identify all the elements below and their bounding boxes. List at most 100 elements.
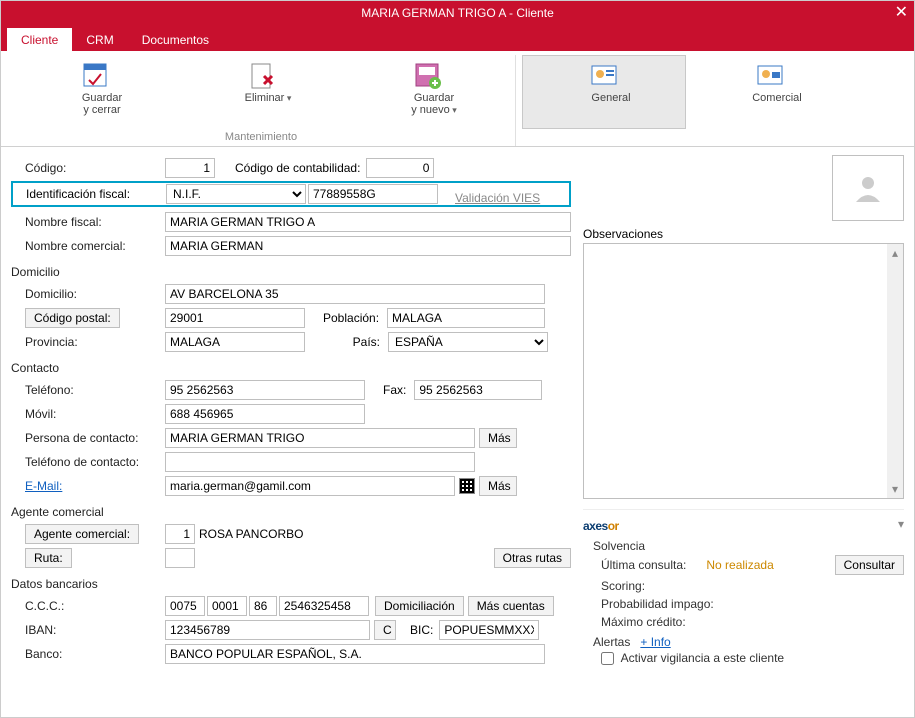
agente-num-input[interactable]	[165, 524, 195, 544]
email-label[interactable]: E-Mail:	[11, 479, 165, 493]
ccc-label: C.C.C.:	[11, 599, 165, 613]
agente-section: Agente comercial	[11, 505, 165, 519]
codigo-postal-input[interactable]	[165, 308, 305, 328]
iban-c-button[interactable]: C	[374, 620, 396, 640]
fax-label: Fax:	[383, 383, 406, 397]
scroll-up-icon[interactable]: ▴	[892, 246, 898, 260]
tab-cliente[interactable]: Cliente	[7, 28, 72, 51]
solvencia-header: Solvencia	[583, 539, 904, 553]
ccc1-input[interactable]	[165, 596, 205, 616]
card-commercial-icon	[755, 58, 785, 92]
nombre-fiscal-label: Nombre fiscal:	[11, 215, 165, 229]
alertas-header: Alertas	[593, 635, 630, 649]
movil-input[interactable]	[165, 404, 365, 424]
bic-label: BIC:	[410, 623, 433, 637]
persona-contacto-label: Persona de contacto:	[11, 431, 165, 445]
save-new-icon	[412, 58, 442, 92]
ruta-input[interactable]	[165, 548, 195, 568]
codigo-label: Código:	[11, 161, 165, 175]
title-bar: MARIA GERMAN TRIGO A - Cliente ✕	[1, 1, 914, 25]
guardar-cerrar-button[interactable]: Guardar y cerrar	[13, 55, 177, 129]
pais-select[interactable]: ESPAÑA	[388, 332, 548, 352]
bic-input[interactable]	[439, 620, 539, 640]
telefono-input[interactable]	[165, 380, 365, 400]
codigo-input[interactable]	[165, 158, 215, 178]
ribbon-group-mantenimiento: Guardar y cerrar Eliminar Guardar y nuev…	[7, 55, 516, 146]
nombre-fiscal-input[interactable]	[165, 212, 571, 232]
activar-vigilancia-input[interactable]	[601, 652, 614, 665]
ccc3-input[interactable]	[249, 596, 277, 616]
guardar-nuevo-button[interactable]: Guardar y nuevo	[345, 55, 509, 129]
telefono-contacto-input[interactable]	[165, 452, 475, 472]
mas-cuentas-button[interactable]: Más cuentas	[468, 596, 554, 616]
nif-value-input[interactable]	[308, 184, 438, 204]
codigo-contabilidad-label: Código de contabilidad:	[235, 161, 360, 175]
axesor-logo: axesor	[583, 514, 619, 535]
persona-contacto-input[interactable]	[165, 428, 475, 448]
save-close-icon	[80, 58, 110, 92]
scrollbar[interactable]: ▴▾	[887, 244, 903, 498]
mas-contacto-button[interactable]: Más	[479, 428, 517, 448]
identificacion-fiscal-label: Identificación fiscal:	[14, 187, 166, 201]
iban-label: IBAN:	[11, 623, 165, 637]
axesor-panel: axesor ▾ Solvencia Última consulta: No r…	[583, 509, 904, 667]
otros-datos-button[interactable]: Otros datos	[854, 55, 915, 129]
agente-nombre: ROSA PANCORBO	[199, 527, 303, 541]
telefono-contacto-label: Teléfono de contacto:	[11, 455, 165, 469]
activar-vigilancia-checkbox[interactable]: Activar vigilancia a este cliente	[601, 651, 784, 665]
delete-icon	[246, 58, 276, 92]
maximo-credito-label: Máximo crédito:	[583, 613, 904, 631]
group-label-mantenimiento: Mantenimiento	[225, 129, 297, 146]
telefono-label: Teléfono:	[11, 383, 165, 397]
tab-strip: Cliente CRM Documentos	[1, 25, 914, 51]
comercial-button[interactable]: Comercial	[688, 55, 852, 129]
observaciones-label: Observaciones	[583, 227, 904, 241]
nombre-comercial-input[interactable]	[165, 236, 571, 256]
nif-type-select[interactable]: N.I.F.	[166, 184, 306, 204]
domicilio-input[interactable]	[165, 284, 545, 304]
general-button[interactable]: General	[522, 55, 686, 129]
fax-input[interactable]	[414, 380, 542, 400]
info-link[interactable]: + Info	[640, 635, 670, 649]
banco-input[interactable]	[165, 644, 545, 664]
codigo-contabilidad-input[interactable]	[366, 158, 434, 178]
scroll-down-icon[interactable]: ▾	[892, 482, 898, 496]
domicilio-section: Domicilio	[11, 265, 165, 279]
poblacion-label: Población:	[323, 311, 379, 325]
email-input[interactable]	[165, 476, 455, 496]
otras-rutas-button[interactable]: Otras rutas	[494, 548, 571, 568]
agente-comercial-button[interactable]: Agente comercial:	[25, 524, 139, 544]
contacto-section: Contacto	[11, 361, 165, 375]
ccc4-input[interactable]	[279, 596, 369, 616]
banco-label: Banco:	[11, 647, 165, 661]
qr-icon[interactable]	[459, 478, 475, 494]
mas-email-button[interactable]: Más	[479, 476, 517, 496]
ccc2-input[interactable]	[207, 596, 247, 616]
ribbon-group-mostrar: General Comercial Otros datos Conceptos …	[516, 55, 915, 146]
iban-input[interactable]	[165, 620, 370, 640]
person-icon	[852, 172, 884, 204]
card-person-icon	[589, 58, 619, 92]
validacion-vies-link[interactable]: Validación VIES	[455, 191, 540, 205]
ultima-consulta-label: Última consulta:	[601, 558, 686, 572]
tab-documentos[interactable]: Documentos	[128, 28, 223, 51]
eliminar-button[interactable]: Eliminar	[179, 55, 343, 129]
ultima-consulta-value: No realizada	[706, 558, 773, 572]
domicilio-label: Domicilio:	[11, 287, 165, 301]
ruta-button[interactable]: Ruta:	[25, 548, 72, 568]
chevron-down-icon[interactable]: ▾	[898, 517, 904, 531]
window-title: MARIA GERMAN TRIGO A - Cliente	[361, 6, 554, 20]
photo-placeholder[interactable]	[832, 155, 904, 221]
consultar-button[interactable]: Consultar	[835, 555, 904, 575]
domiciliacion-button[interactable]: Domiciliación	[375, 596, 464, 616]
codigo-postal-button[interactable]: Código postal:	[25, 308, 120, 328]
nombre-comercial-label: Nombre comercial:	[11, 239, 165, 253]
movil-label: Móvil:	[11, 407, 165, 421]
provincia-input[interactable]	[165, 332, 305, 352]
scoring-label: Scoring:	[583, 577, 904, 595]
tab-crm[interactable]: CRM	[72, 28, 127, 51]
pais-label: País:	[323, 335, 380, 349]
observaciones-textarea[interactable]: ▴▾	[583, 243, 904, 499]
close-icon[interactable]: ✕	[895, 2, 908, 22]
poblacion-input[interactable]	[387, 308, 545, 328]
